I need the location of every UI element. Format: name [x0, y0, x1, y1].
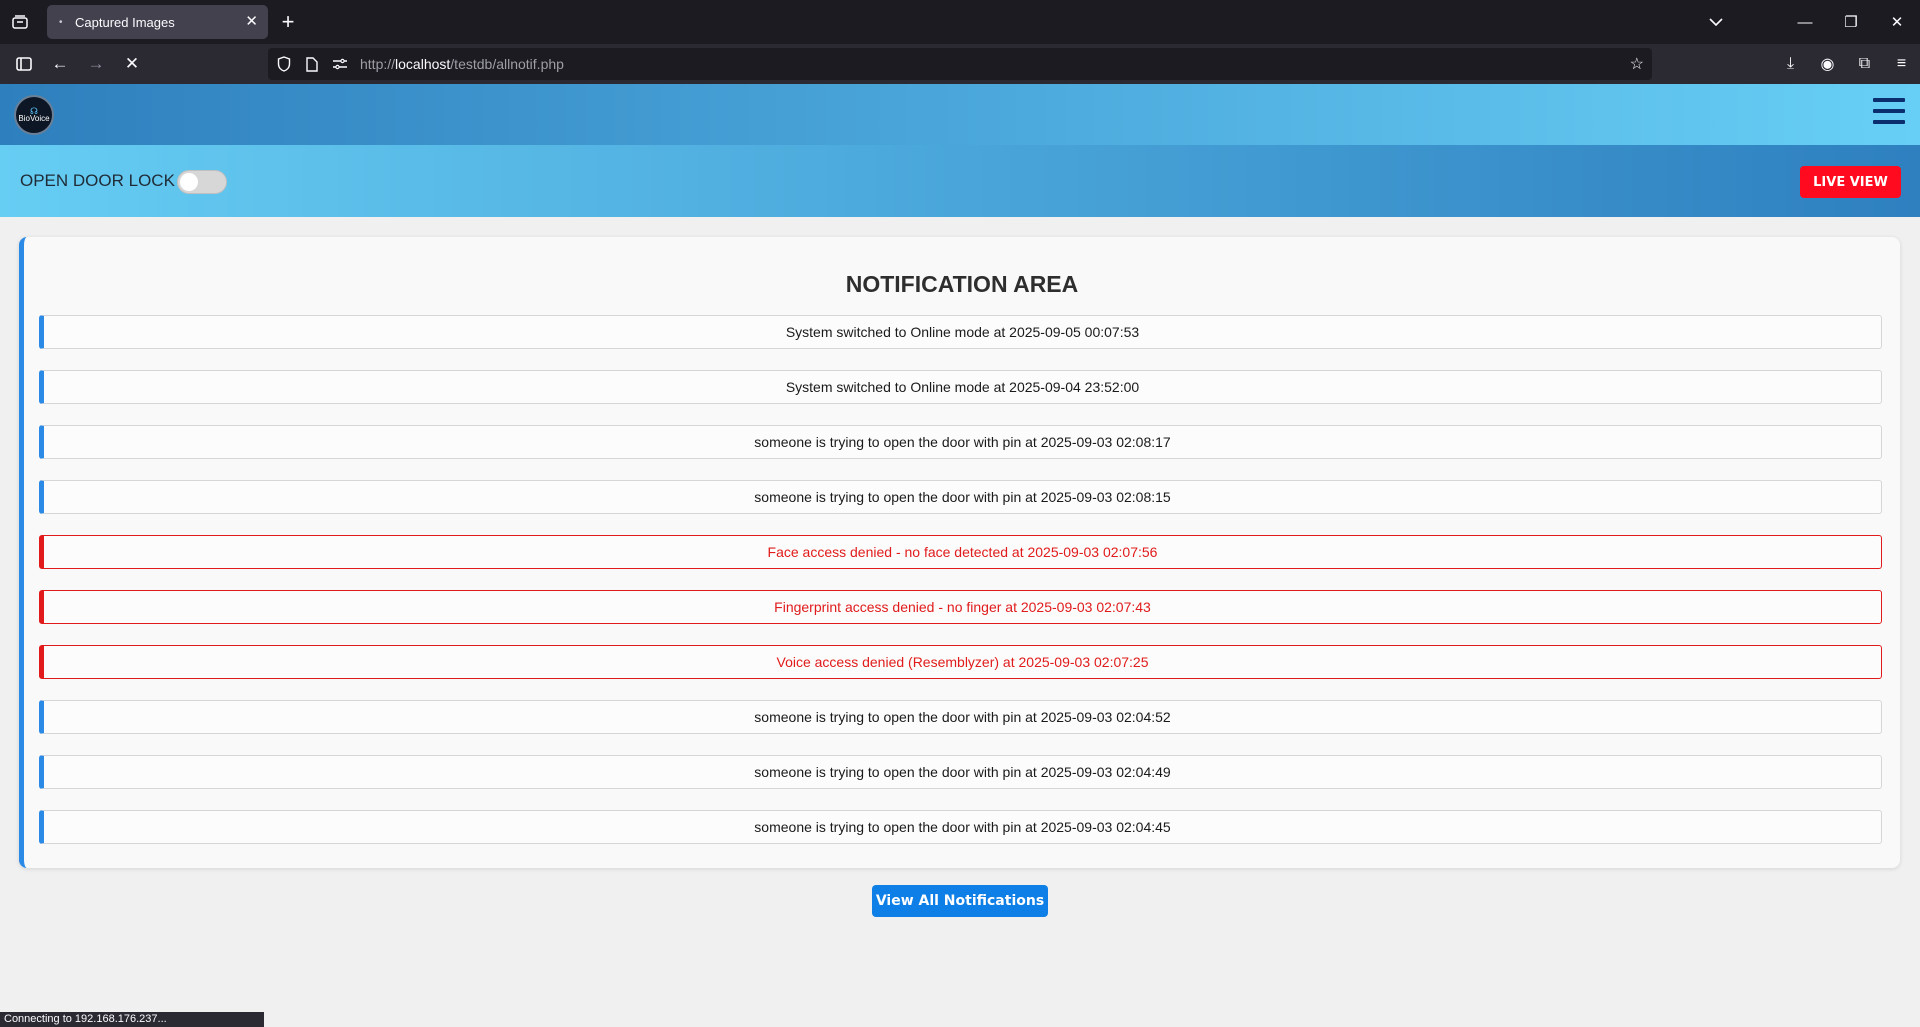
- browser-status-bar: Connecting to 192.168.176.237...: [0, 1012, 264, 1027]
- live-view-button[interactable]: LIVE VIEW: [1800, 166, 1901, 198]
- browser-nav-bar: ← → ✕ http://localhost/testdb/allnotif.p…: [0, 44, 1920, 84]
- forward-arrow-icon[interactable]: →: [78, 46, 114, 82]
- notification-title: NOTIFICATION AREA: [845, 271, 1079, 297]
- view-all-notifications-button[interactable]: View All Notifications: [872, 885, 1048, 917]
- tab-loading-icon: •: [59, 16, 63, 28]
- hamburger-menu-icon[interactable]: [1873, 98, 1905, 126]
- door-lock-toggle[interactable]: [177, 170, 227, 194]
- site-header: ☊ BioVoice: [0, 84, 1920, 145]
- toolbar-right: ⤓ ◉ ⧉ ≡: [1772, 44, 1920, 84]
- browser-tab-bar: • Captured Images ✕ + — ❐ ✕: [0, 0, 1920, 44]
- notification-item: someone is trying to open the door with …: [39, 700, 1882, 734]
- restore-icon[interactable]: ❐: [1828, 0, 1874, 44]
- sidebar-icon[interactable]: [6, 46, 42, 82]
- close-icon[interactable]: ✕: [245, 12, 258, 30]
- download-icon[interactable]: ⤓: [1772, 44, 1809, 84]
- notification-item: System switched to Online mode at 2025-0…: [39, 370, 1882, 404]
- notification-item-denied: Face access denied - no face detected at…: [39, 535, 1882, 569]
- window-close-icon[interactable]: ✕: [1874, 0, 1920, 44]
- door-lock-label: OPEN DOOR LOCK: [20, 171, 175, 190]
- url-bar[interactable]: http://localhost/testdb/allnotif.php ☆: [268, 48, 1652, 80]
- shield-icon[interactable]: [270, 56, 298, 72]
- tab-title: Captured Images: [75, 14, 175, 30]
- notification-item-denied: Fingerprint access denied - no finger at…: [39, 590, 1882, 624]
- permissions-icon[interactable]: [326, 58, 354, 70]
- stop-loading-icon[interactable]: ✕: [114, 46, 150, 82]
- tab-list-icon[interactable]: [0, 0, 40, 44]
- url-text: http://localhost/testdb/allnotif.php: [360, 56, 564, 72]
- window-controls: — ❐ ✕: [1782, 0, 1920, 44]
- notification-item: someone is trying to open the door with …: [39, 755, 1882, 789]
- bookmark-star-icon[interactable]: ☆: [1630, 54, 1644, 74]
- browser-tab[interactable]: • Captured Images ✕: [47, 5, 268, 39]
- account-icon[interactable]: ◉: [1809, 44, 1846, 84]
- notification-list: System switched to Online mode at 2025-0…: [39, 315, 1882, 865]
- menu-icon[interactable]: ≡: [1883, 44, 1920, 84]
- plus-icon[interactable]: +: [268, 0, 308, 44]
- chevron-down-icon[interactable]: [1696, 0, 1736, 44]
- controls-bar: OPEN DOOR LOCK LIVE VIEW: [0, 145, 1920, 217]
- notification-item-denied: Voice access denied (Resemblyzer) at 202…: [39, 645, 1882, 679]
- web-page: ☊ BioVoice OPEN DOOR LOCK LIVE VIEW NOTI…: [0, 84, 1920, 1027]
- toggle-knob: [180, 173, 198, 191]
- notification-item: System switched to Online mode at 2025-0…: [39, 315, 1882, 349]
- brand-logo[interactable]: ☊ BioVoice: [14, 95, 54, 135]
- logo-text: BioVoice: [18, 114, 50, 123]
- notification-item: someone is trying to open the door with …: [39, 480, 1882, 514]
- extensions-icon[interactable]: ⧉: [1846, 44, 1883, 84]
- notification-item: someone is trying to open the door with …: [39, 425, 1882, 459]
- back-arrow-icon[interactable]: ←: [42, 46, 78, 82]
- notification-card: NOTIFICATION AREA System switched to Onl…: [19, 237, 1900, 868]
- page-icon[interactable]: [298, 56, 326, 72]
- minimize-icon[interactable]: —: [1782, 0, 1828, 44]
- notification-item: someone is trying to open the door with …: [39, 810, 1882, 844]
